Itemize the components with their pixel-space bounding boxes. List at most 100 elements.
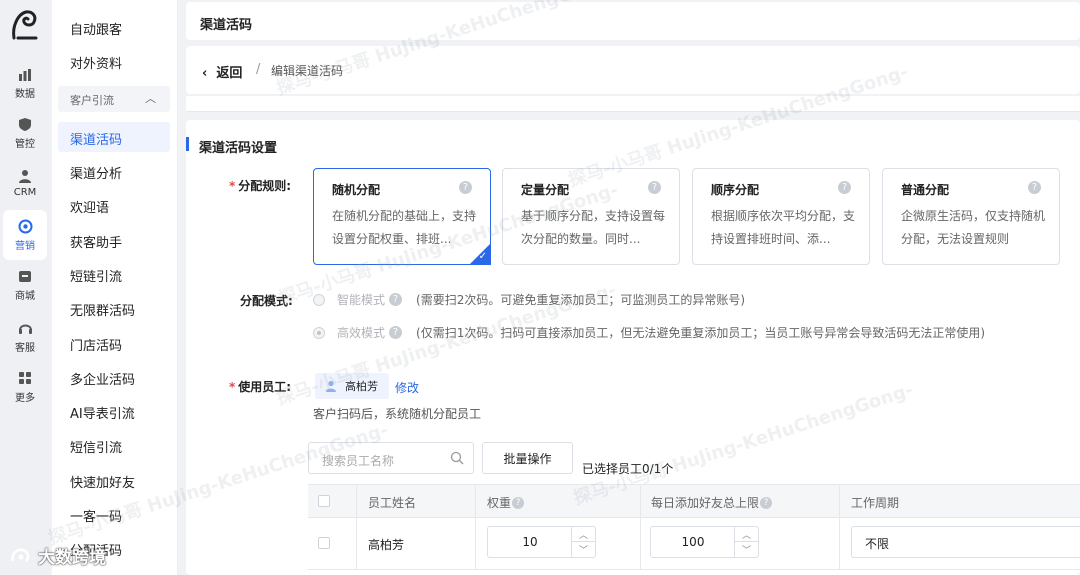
mode-desc: (需要扫2次码。可避免重复添加员工；可监测员工的异常账号) — [416, 293, 746, 307]
menu-item-store-code[interactable]: 门店活码 — [70, 335, 122, 354]
rule-card-sequential[interactable]: 顺序分配 ? 根据顺序依次平均分配，支持设置排班时间、添... — [692, 168, 870, 265]
select-all-checkbox[interactable] — [318, 495, 330, 507]
menu-item-channel-code[interactable]: 渠道活码 — [70, 129, 122, 148]
rail-item-crm[interactable]: CRM — [0, 158, 50, 208]
rail-item-service[interactable]: 客服 — [0, 312, 50, 362]
chevron-down-icon[interactable]: ﹀ — [735, 542, 758, 557]
help-icon[interactable]: ? — [1028, 181, 1041, 194]
rules-label: * 分配规则: — [229, 179, 292, 193]
column-divider — [839, 484, 840, 570]
menu-item-short-link[interactable]: 短链引流 — [70, 266, 122, 285]
chevron-up-icon[interactable]: ︿ — [145, 90, 156, 106]
work-period-value: 不限 — [865, 537, 890, 551]
column-divider — [356, 484, 357, 570]
radio-button[interactable] — [313, 293, 325, 306]
rule-title: 普通分配 — [901, 183, 950, 197]
menu-item-welcome[interactable]: 欢迎语 — [70, 197, 109, 216]
column-header-weight: 权重? — [487, 494, 525, 511]
rail-item-more[interactable]: 更多 — [0, 362, 50, 412]
rule-title: 顺序分配 — [711, 183, 760, 197]
rail-label: 营销 — [15, 241, 35, 252]
back-link[interactable]: ‹ 返回 — [202, 62, 242, 81]
weight-value[interactable]: 10 — [488, 527, 572, 557]
rule-desc: 企微原生活码，仅支持随机分配，无法设置规则 — [901, 209, 1046, 246]
employees-label: * 使用员工: — [229, 380, 292, 394]
rule-card-random[interactable]: 随机分配 ? 在随机分配的基础上，支持设置分配权重、排班... ✓ — [313, 168, 491, 265]
row-checkbox[interactable] — [318, 537, 330, 549]
daily-limit-stepper[interactable]: 100 ︿ ﹀ — [650, 526, 759, 558]
employee-tag-name: 高柏芳 — [345, 380, 378, 393]
logo-icon — [12, 10, 38, 40]
rail-item-marketing[interactable]: 营销 — [3, 210, 47, 260]
chart-icon — [16, 66, 34, 82]
menu-item-external-info[interactable]: 对外资料 — [70, 53, 122, 72]
employees-hint: 客户扫码后，系统随机分配员工 — [313, 407, 482, 421]
person-icon — [326, 380, 336, 392]
mode-option-smart[interactable]: 智能模式 ? (需要扫2次码。可避免重复添加员工；可监测员工的异常账号) — [313, 291, 745, 308]
rail-label: 管控 — [15, 139, 35, 150]
menu-item-auto-follow[interactable]: 自动跟客 — [70, 19, 122, 38]
rule-desc: 根据顺序依次平均分配，支持设置排班时间、添... — [711, 209, 856, 246]
rule-card-quota[interactable]: 定量分配 ? 基于顺序分配，支持设置每次分配的数量。同时... — [502, 168, 680, 265]
help-icon[interactable]: ? — [512, 496, 525, 509]
section-accent-bar — [186, 137, 189, 151]
rail-label: 更多 — [15, 393, 35, 404]
rail-item-shop[interactable]: 商城 — [0, 260, 50, 310]
batch-operation-button[interactable]: 批量操作 — [482, 442, 573, 474]
footer-brand: 大数跨境 — [10, 543, 106, 568]
menu-item-sms[interactable]: 短信引流 — [70, 437, 122, 456]
mode-name: 高效模式 — [337, 326, 386, 340]
shield-icon — [16, 116, 34, 132]
employee-search-input[interactable]: 搜索员工名称 — [308, 442, 474, 474]
weight-stepper[interactable]: 10 ︿ ﹀ — [487, 526, 596, 558]
rule-card-normal[interactable]: 普通分配 ? 企微原生活码，仅支持随机分配，无法设置规则 — [882, 168, 1060, 265]
rule-desc: 基于顺序分配，支持设置每次分配的数量。同时... — [521, 209, 666, 246]
chevron-up-icon[interactable]: ︿ — [735, 527, 758, 542]
chevron-down-icon[interactable]: ﹀ — [572, 542, 595, 557]
selected-count: 已选择员工0/1个 — [582, 462, 674, 476]
help-icon[interactable]: ? — [648, 181, 661, 194]
mode-label: 分配模式: — [240, 294, 293, 308]
edit-employees-link[interactable]: 修改 — [395, 379, 419, 396]
divider-strip — [186, 96, 1080, 112]
menu-item-quick-add[interactable]: 快速加好友 — [70, 472, 135, 491]
menu-item-ai-form[interactable]: AI导表引流 — [70, 403, 135, 422]
mode-name: 智能模式 — [337, 293, 386, 307]
menu-item-channel-analysis[interactable]: 渠道分析 — [70, 163, 122, 182]
menu-item-one-customer-code[interactable]: 一客一码 — [70, 506, 122, 525]
work-period-select[interactable]: 不限 — [851, 526, 1080, 558]
employee-name-cell: 高柏芳 — [368, 538, 405, 552]
daily-limit-value[interactable]: 100 — [651, 527, 735, 557]
employee-tag[interactable]: 高柏芳 — [315, 373, 389, 399]
brand-logo-icon — [11, 548, 30, 562]
help-icon[interactable]: ? — [389, 326, 403, 339]
column-header-work-period: 工作周期 — [851, 496, 900, 510]
rule-desc: 在随机分配的基础上，支持设置分配权重、排班... — [332, 209, 477, 246]
menu-item-acquire-helper[interactable]: 获客助手 — [70, 232, 122, 251]
rail-label: 数据 — [15, 89, 35, 100]
help-icon[interactable]: ? — [459, 181, 472, 194]
back-label[interactable]: 返回 — [216, 66, 242, 81]
person-icon — [16, 168, 34, 184]
search-icon[interactable] — [450, 451, 464, 465]
breadcrumb-current: 编辑渠道活码 — [271, 64, 344, 78]
rail-item-data[interactable]: 数据 — [0, 58, 50, 108]
footer-brand-text: 大数跨境 — [38, 548, 106, 568]
grid-icon — [16, 370, 34, 386]
rail-item-control[interactable]: 管控 — [0, 108, 50, 158]
icon-rail: 数据 管控 CRM 营销 商城 客服 更多 — [0, 0, 50, 575]
radio-button[interactable] — [313, 326, 325, 339]
menu-item-group-code[interactable]: 无限群活码 — [70, 300, 135, 319]
help-icon[interactable]: ? — [760, 496, 773, 509]
breadcrumb-separator: / — [256, 62, 261, 77]
headset-icon — [16, 320, 34, 336]
mode-option-efficient[interactable]: 高效模式 ? (仅需扫1次码。扫码可直接添加员工，但无法避免重复添加员工；当员工… — [313, 324, 985, 341]
check-icon: ✓ — [478, 251, 487, 262]
target-icon — [16, 218, 34, 234]
menu-item-multi-corp-code[interactable]: 多企业活码 — [70, 369, 135, 388]
rail-label: 客服 — [15, 343, 35, 354]
rail-label: 商城 — [15, 291, 35, 302]
chevron-up-icon[interactable]: ︿ — [572, 527, 595, 542]
help-icon[interactable]: ? — [838, 181, 851, 194]
help-icon[interactable]: ? — [389, 293, 403, 306]
